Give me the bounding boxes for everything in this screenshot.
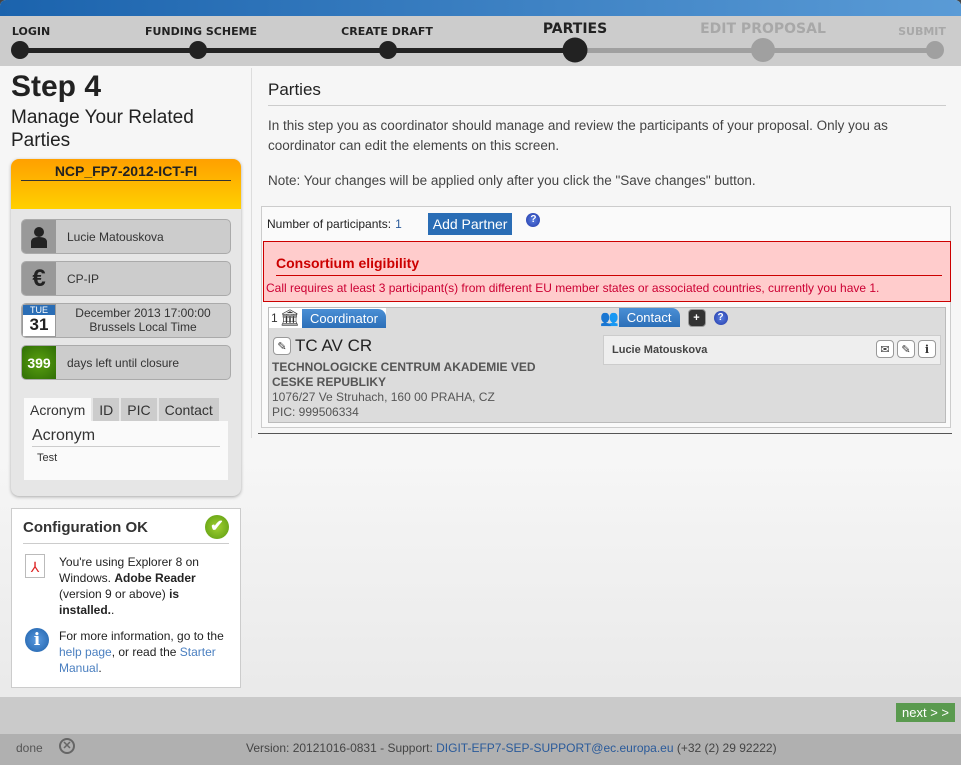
next-button[interactable]: next > > [896, 703, 955, 722]
help-icon[interactable]: ? [526, 213, 541, 227]
contact-item: Lucie Matouskova ✉ ✎ i [603, 335, 941, 365]
calendar-day: 31 [29, 315, 49, 334]
tab-content: Acronym Test [24, 421, 228, 480]
deadline-info: TUE 31 December 2013 17:00:00 Brussels L… [21, 303, 231, 338]
step-funding-scheme[interactable]: FUNDING SCHEME [145, 25, 257, 38]
page-title: Parties [268, 80, 946, 106]
navigation-bar: next > > [0, 697, 961, 734]
tab-heading: Acronym [32, 427, 220, 447]
note-text: Note: Your changes will be applied only … [268, 173, 756, 188]
pdf-icon: ⅄ [25, 554, 45, 578]
contacts-icon: 👥 [600, 309, 619, 327]
status-bar: done ✕ Version: 20121016-0831 - Support:… [0, 734, 961, 765]
info-icon[interactable]: i [918, 340, 936, 358]
intro-text: In this step you as coordinator should m… [268, 118, 888, 153]
tab-id[interactable]: ID [93, 398, 120, 422]
days-left-label: days left until closure [67, 356, 180, 370]
info-icon: i [25, 628, 49, 652]
deadline-timezone: Brussels Local Time [89, 320, 197, 334]
config-title: Configuration OK ✔ [23, 515, 229, 544]
contact-badge: Contact [618, 308, 680, 327]
help-page-link[interactable]: help page [59, 645, 112, 659]
scheme-name: CP-IP [67, 272, 100, 286]
days-left-info: 399 days left until closure [21, 345, 231, 380]
participants-label: Number of participants: [267, 217, 392, 231]
user-name: Lucie Matouskova [67, 230, 164, 244]
adobe-reader-status: ⅄ You're using Explorer 8 on Windows. Ad… [23, 554, 229, 618]
contact-name: Lucie Matouskova [612, 344, 708, 356]
progress-done-line [20, 48, 575, 53]
acronym-value: Test [37, 452, 58, 464]
euro-icon: € [22, 262, 56, 295]
version-info: Version: 20121016-0831 - Support: DIGIT-… [246, 741, 777, 755]
party-number: 1 [271, 311, 278, 325]
configuration-panel: Configuration OK ✔ ⅄ You're using Explor… [11, 508, 241, 688]
status-text: done [16, 741, 43, 755]
help-icon[interactable]: ? [713, 310, 728, 325]
days-left-badge: 399 [22, 346, 56, 379]
step-submit: SUBMIT [898, 25, 946, 38]
party-legal-name: TECHNOLOGICKE CENTRUM AKADEMIE VED CESKE… [272, 360, 536, 389]
tab-acronym[interactable]: Acronym [24, 398, 92, 422]
step-dot [11, 41, 29, 59]
party-row: 1 🏛 Coordinator ✎ TC AV CR TECHNOLOGICKE… [268, 307, 946, 423]
step-create-draft[interactable]: CREATE DRAFT [341, 25, 433, 38]
step-dot-active [562, 37, 588, 63]
step-parties: PARTIES [542, 21, 608, 37]
proposal-card: NCP_FP7-2012-ICT-FI Lucie Matouskova € C… [11, 159, 241, 496]
party-pic: PIC: 999506334 [272, 405, 359, 419]
add-contact-button[interactable]: + [687, 308, 706, 327]
user-info: Lucie Matouskova [21, 219, 231, 254]
deadline-date: December 2013 17:00:00 [75, 306, 211, 320]
application-window: LOGIN FUNDING SCHEME CREATE DRAFT PARTIE… [0, 0, 961, 765]
proposal-code: NCP_FP7-2012-ICT-FI [21, 163, 231, 181]
participants-count: 1 [395, 217, 402, 231]
step-header: Step 4 Manage Your Related Parties [11, 68, 241, 152]
support-email-link[interactable]: DIGIT-EFP7-SEP-SUPPORT@ec.europa.eu [436, 741, 673, 755]
add-partner-button[interactable]: Add Partner [427, 213, 513, 235]
step-edit-proposal: EDIT PROPOSAL [700, 21, 826, 37]
user-icon [22, 220, 56, 253]
error-title: Consortium eligibility [276, 255, 942, 276]
edit-party-button[interactable]: ✎ [273, 337, 291, 355]
scheme-info: € CP-IP [21, 261, 231, 296]
calendar-day-name: TUE [23, 305, 55, 315]
step-subtitle: Manage Your Related Parties [11, 107, 194, 151]
step-progress: LOGIN FUNDING SCHEME CREATE DRAFT PARTIE… [0, 16, 961, 66]
role-badge: Coordinator [302, 308, 386, 328]
step-login[interactable]: LOGIN [12, 25, 50, 38]
step-dot [926, 41, 944, 59]
step-title: Step 4 [11, 70, 102, 103]
stop-icon[interactable]: ✕ [59, 738, 75, 754]
party-short-name: TC AV CR [295, 336, 373, 355]
divider [258, 433, 952, 434]
eligibility-error: Consortium eligibility Call requires at … [263, 241, 951, 302]
error-message: Call requires at least 3 participant(s) … [266, 281, 880, 295]
party-address: 1076/27 Ve Struhach, 160 00 PRAHA, CZ [272, 390, 495, 404]
tab-contact[interactable]: Contact [158, 398, 219, 422]
step-dot [189, 41, 207, 59]
email-icon[interactable]: ✉ [876, 340, 894, 358]
more-info: i For more information, go to the help p… [23, 628, 229, 676]
edit-contact-icon[interactable]: ✎ [897, 340, 915, 358]
step-dot [379, 41, 397, 59]
calendar-icon: TUE 31 [22, 304, 56, 337]
tab-bar: Acronym ID PIC Contact [24, 398, 221, 422]
check-icon: ✔ [205, 515, 229, 539]
institution-icon: 🏛 [279, 310, 300, 327]
step-dot [751, 38, 775, 62]
title-bar [0, 0, 961, 16]
tab-pic[interactable]: PIC [121, 398, 157, 422]
